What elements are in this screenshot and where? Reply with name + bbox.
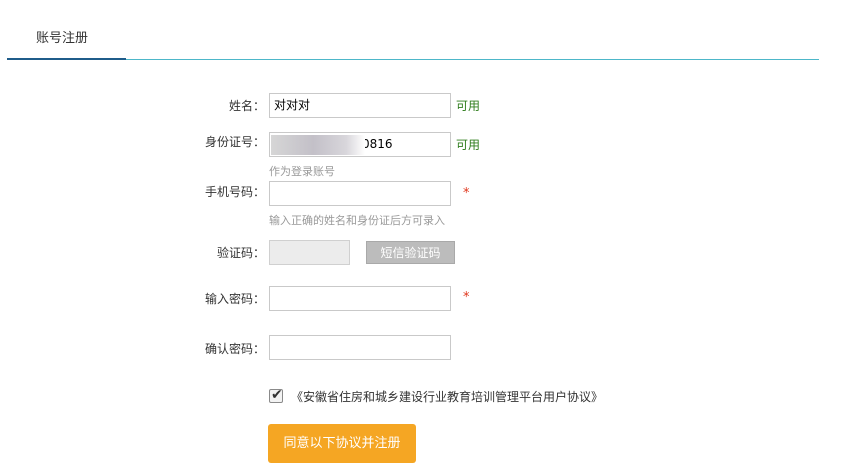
tab-active-underline <box>7 58 126 60</box>
id-number-visible-digits: 0816 <box>362 137 393 151</box>
agreement-checkbox[interactable]: ✔ <box>269 387 283 403</box>
sms-code-button[interactable]: 短信验证码 <box>366 241 455 264</box>
name-status: 可用 <box>456 99 481 113</box>
password-required-mark: * <box>463 290 470 305</box>
id-number-label: 身份证号： <box>204 135 265 149</box>
id-number-input[interactable]: 0816 <box>269 132 451 157</box>
password-input[interactable] <box>269 286 451 311</box>
password-label: 输入密码： <box>204 292 265 306</box>
agreement-link[interactable]: 《安徽省住房和城乡建设行业教育培训管理平台用户协议》 <box>291 388 603 405</box>
phone-required-mark: * <box>463 186 470 201</box>
checkmark-icon: ✔ <box>271 387 283 403</box>
phone-input[interactable] <box>269 181 451 206</box>
confirm-password-input[interactable] <box>269 335 451 360</box>
tab-account-register[interactable]: 账号注册 <box>36 27 88 46</box>
agree-and-register-button[interactable]: 同意以下协议并注册 <box>268 424 416 463</box>
name-label: 姓名： <box>228 99 265 113</box>
agreement-row: ✔ 《安徽省住房和城乡建设行业教育培训管理平台用户协议》 <box>269 387 603 405</box>
phone-hint: 输入正确的姓名和身份证后方可录入 <box>269 214 445 227</box>
phone-label: 手机号码： <box>204 185 265 199</box>
verify-code-label: 验证码： <box>216 246 265 260</box>
verify-code-input[interactable] <box>269 240 350 265</box>
tab-divider-line <box>126 59 819 60</box>
redacted-id-mask <box>271 135 365 155</box>
id-number-hint: 作为登录账号 <box>269 165 335 178</box>
name-input[interactable]: 对对对 <box>269 93 451 118</box>
id-number-status: 可用 <box>456 138 481 152</box>
confirm-password-label: 确认密码： <box>204 342 265 356</box>
registration-page: 账号注册 姓名： 对对对 可用 身份证号： 0816 可用 作为登录账号 手机号… <box>0 0 845 470</box>
